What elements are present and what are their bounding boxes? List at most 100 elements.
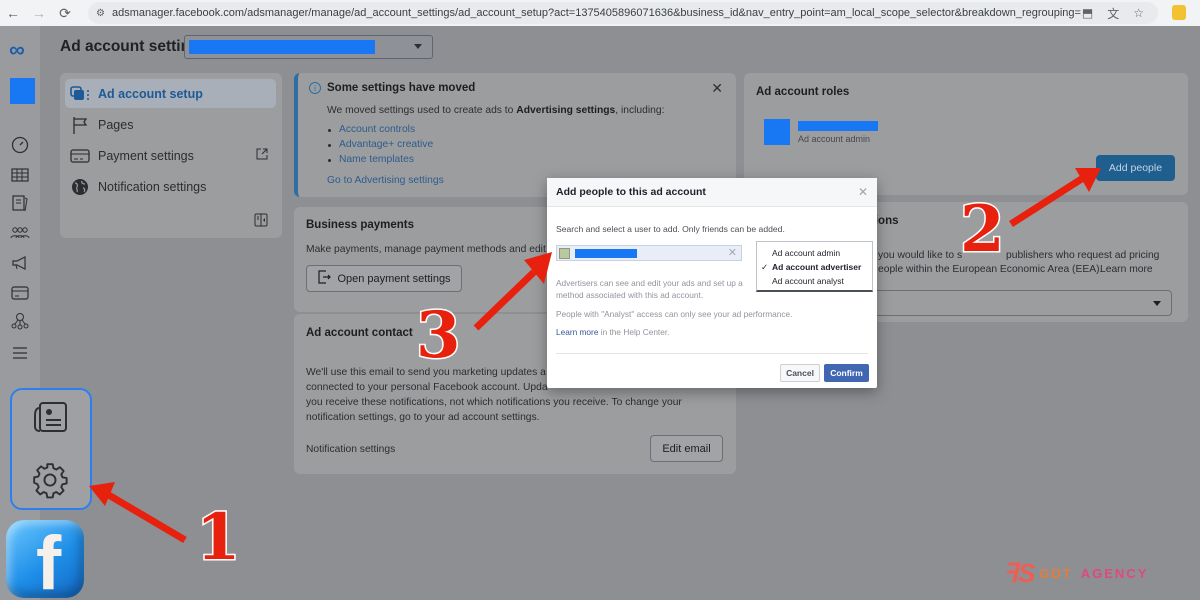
link-account-controls[interactable]: Account controls: [327, 124, 433, 139]
checkmark-icon: ✓: [761, 262, 769, 272]
credit-card-icon: [70, 148, 90, 163]
link-name-templates[interactable]: Name templates: [327, 154, 433, 169]
reload-icon[interactable]: ⟳: [52, 0, 78, 26]
member-name-redacted: [798, 121, 878, 131]
business-info-icon[interactable]: [30, 398, 70, 438]
role-option-admin[interactable]: Ad account admin: [772, 248, 840, 258]
pages-icon[interactable]: [10, 194, 30, 212]
browser-toolbar: ← → ⟳ ⚙ adsmanager.facebook.com/adsmanag…: [0, 0, 1200, 26]
open-payment-settings-button[interactable]: Open payment settings: [306, 265, 462, 292]
ad-account-selector[interactable]: [184, 35, 433, 59]
user-thumbnail: [559, 248, 570, 259]
annotation-step-3: 3: [415, 297, 463, 375]
moved-settings-list: Account controls Advantage+ creative Nam…: [327, 124, 433, 169]
member-role: Ad account admin: [798, 134, 871, 144]
help-center-suffix: in the Help Center.: [598, 327, 670, 337]
agency-brand: GDT: [1039, 566, 1073, 581]
close-icon[interactable]: ✕: [858, 185, 868, 199]
campaigns-table-icon[interactable]: [10, 166, 30, 184]
highlighted-settings-group: [10, 388, 92, 510]
site-settings-icon[interactable]: ⚙: [96, 8, 105, 19]
advertiser-note-2: method associated with this ad account.: [556, 290, 704, 300]
agency-name: GDT AGENCY: [1039, 566, 1148, 581]
cancel-button[interactable]: Cancel: [780, 364, 820, 382]
settings-gear-icon[interactable]: [30, 460, 70, 500]
add-people-button[interactable]: Add people: [1096, 155, 1175, 181]
install-app-icon[interactable]: ⬒: [1082, 6, 1093, 20]
meta-logo[interactable]: ∞: [9, 37, 25, 63]
dialog-title: Add people to this ad account: [556, 186, 706, 198]
edit-email-button[interactable]: Edit email: [650, 435, 723, 462]
billing-icon[interactable]: [10, 284, 30, 302]
ad-account-contact-title: Ad account contact: [306, 327, 413, 339]
contact-desc-line: notification settings, go to your ad acc…: [306, 412, 540, 423]
advertiser-note: Advertisers can see and edit your ads an…: [556, 278, 743, 288]
sidenav-item-label: Notification settings: [98, 179, 207, 194]
dialog-instruction: Search and select a user to add. Only fr…: [556, 224, 785, 234]
account-avatar[interactable]: [10, 78, 35, 104]
notice-title: Some settings have moved: [327, 82, 476, 94]
profile-icon[interactable]: [1172, 5, 1186, 20]
add-people-dialog: Add people to this ad account ✕ Search a…: [547, 178, 877, 388]
learn-more-link[interactable]: Learn more: [556, 327, 598, 337]
account-name-redacted: [189, 40, 375, 54]
agency-brand-2: AGENCY: [1080, 566, 1149, 581]
contact-desc-line: connected to your personal Facebook acco…: [306, 382, 548, 393]
remove-user-icon[interactable]: ✕: [728, 246, 737, 259]
url-text[interactable]: adsmanager.facebook.com/adsmanager/manag…: [112, 7, 1082, 19]
address-bar[interactable]: ⚙ adsmanager.facebook.com/adsmanager/man…: [88, 2, 1158, 24]
sidenav-item-pages[interactable]: Pages: [65, 110, 276, 139]
dialog-header: Add people to this ad account ✕: [547, 178, 877, 207]
role-dropdown: Ad account admin ✓ Ad account advertiser …: [756, 241, 873, 292]
info-icon: i: [309, 82, 321, 94]
sidenav-item-label: Payment settings: [98, 148, 194, 163]
bookmark-star-icon[interactable]: ☆: [1133, 6, 1144, 20]
annotation-step-2: 2: [959, 191, 1007, 269]
menu-icon[interactable]: [10, 344, 30, 362]
role-option-analyst[interactable]: Ad account analyst: [772, 276, 844, 286]
user-search-input[interactable]: ✕: [556, 245, 742, 261]
external-link-icon: [256, 148, 268, 163]
annotation-arrow-2: [1009, 168, 1101, 227]
agency-watermark: ꟻS GDT AGENCY: [1003, 558, 1148, 589]
sidenav-item-label: Pages: [98, 117, 134, 132]
ad-account-roles-card: Ad account roles Ad account admin Add pe…: [744, 73, 1188, 195]
back-icon[interactable]: ←: [0, 0, 26, 26]
sidenav-item-label: Ad account setup: [98, 86, 203, 101]
notice-desc-suffix: , including:: [615, 105, 665, 116]
sidenav-item-ad-account-setup[interactable]: Ad account setup: [65, 79, 276, 108]
notice-description: We moved settings used to create ads to …: [327, 105, 664, 116]
facebook-logo: f: [6, 520, 84, 600]
confirm-button[interactable]: Confirm: [824, 364, 869, 382]
open-payment-settings-label: Open payment settings: [337, 272, 451, 285]
role-option-label: Ad account analyst: [772, 276, 844, 286]
forward-icon[interactable]: →: [26, 0, 52, 26]
role-option-label: Ad account advertiser: [772, 262, 862, 272]
business-network-icon[interactable]: [10, 312, 30, 330]
help-center-text: Learn more in the Help Center.: [556, 327, 669, 337]
chevron-down-icon: [414, 44, 422, 49]
sidenav-item-notification-settings[interactable]: Notification settings: [65, 172, 276, 201]
ads-megaphone-icon[interactable]: [10, 254, 30, 272]
agency-logo-icon: ꟻS: [1003, 558, 1036, 588]
pricing-learn-more-link[interactable]: Learn more: [1100, 262, 1153, 277]
globe-icon: [70, 178, 90, 196]
member-avatar: [764, 119, 790, 145]
close-icon[interactable]: ✕: [711, 80, 723, 97]
link-advantage-creative[interactable]: Advantage+ creative: [327, 139, 433, 154]
chevron-down-icon: [1153, 301, 1161, 306]
translate-icon[interactable]: 文: [1107, 5, 1119, 22]
role-option-label: Ad account admin: [772, 248, 841, 258]
settings-sidenav: Ad account setup Pages Payment settings …: [60, 73, 282, 238]
exit-door-icon: [317, 270, 332, 287]
annotation-step-1: 1: [195, 499, 243, 577]
notification-settings-link[interactable]: Notification settings: [306, 442, 395, 457]
audiences-icon[interactable]: [10, 224, 30, 242]
go-to-advertising-settings-link[interactable]: Go to Advertising settings: [327, 175, 444, 186]
overview-icon[interactable]: [10, 136, 30, 154]
collapse-panel-icon[interactable]: [254, 213, 268, 232]
dialog-divider: [556, 353, 868, 354]
role-option-advertiser[interactable]: ✓ Ad account advertiser: [761, 262, 862, 272]
sidenav-item-payment-settings[interactable]: Payment settings: [65, 141, 276, 170]
ad-account-roles-title: Ad account roles: [756, 86, 850, 98]
